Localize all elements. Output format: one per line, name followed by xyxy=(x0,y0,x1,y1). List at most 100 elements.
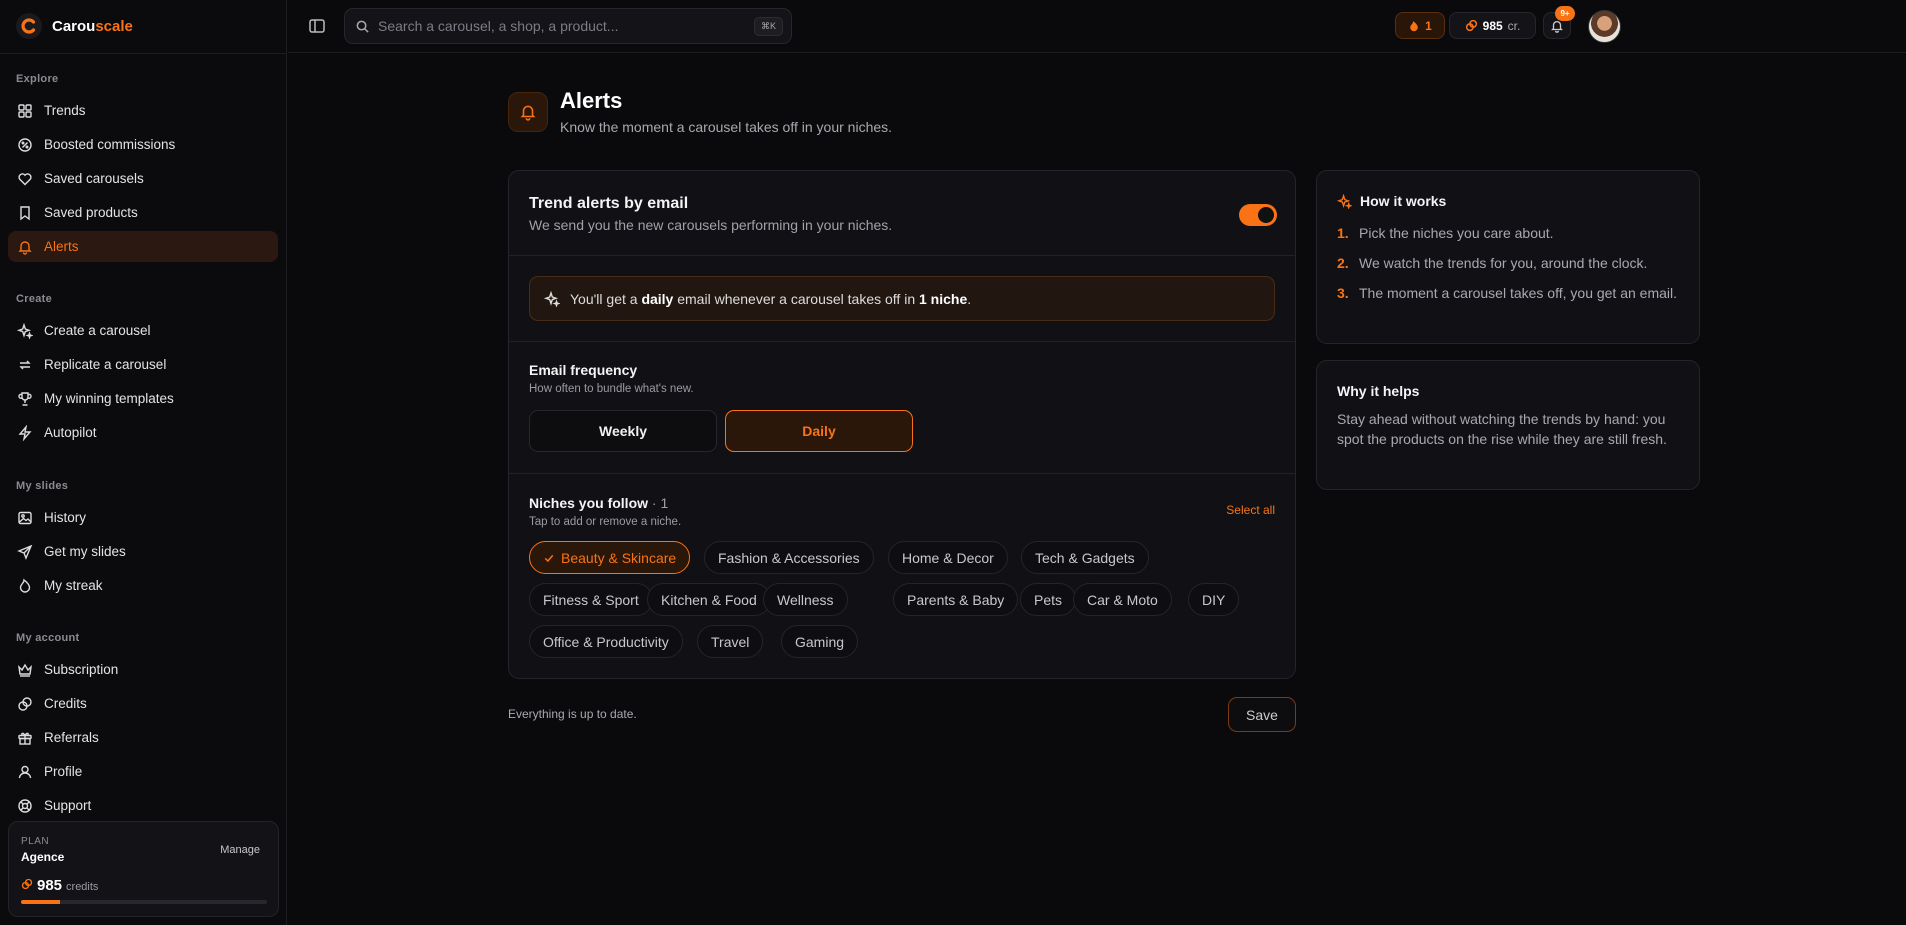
gift-icon xyxy=(18,732,32,745)
bookmark-icon xyxy=(20,205,30,220)
brand-logo-icon xyxy=(16,13,42,39)
streak-count: 1 xyxy=(1425,18,1432,33)
niche-chip[interactable]: Kitchen & Food xyxy=(647,583,771,616)
sidebar-item-label: Alerts xyxy=(44,239,79,254)
email-alerts-toggle[interactable] xyxy=(1239,204,1277,226)
sidebar-item-alerts[interactable]: Alerts xyxy=(8,231,278,262)
zap-icon xyxy=(18,424,32,441)
niche-chip[interactable]: Tech & Gadgets xyxy=(1021,541,1149,574)
sidebar-item-label: Credits xyxy=(44,696,87,711)
notifications-badge: 9+ xyxy=(1555,6,1575,21)
sidebar-item-label: Replicate a carousel xyxy=(44,357,167,372)
heart-icon xyxy=(18,172,32,185)
why-it-helps-card: Why it helps Stay ahead without watching… xyxy=(1316,360,1700,490)
credits-button[interactable]: 985 cr. xyxy=(1449,12,1536,39)
send-icon xyxy=(17,544,33,560)
sidebar-item-label: History xyxy=(44,510,87,525)
plan-credits-unit: credits xyxy=(66,881,99,893)
niches-subtitle: Tap to add or remove a niche. xyxy=(529,516,682,528)
alerts-summary-notice: You'll get a daily email whenever a caro… xyxy=(529,276,1275,321)
sparkles-icon xyxy=(1337,193,1352,209)
flame-icon xyxy=(1410,20,1418,31)
how-step: 3. The moment a carousel takes off, you g… xyxy=(1337,285,1678,301)
sidebar-item-get-my-slides[interactable]: Get my slides xyxy=(8,536,278,567)
niche-chip[interactable]: Travel xyxy=(697,625,764,658)
coins-icon xyxy=(18,696,32,711)
brand-name: Carouscale xyxy=(52,17,133,35)
flame-icon xyxy=(19,578,31,593)
plan-card: PLAN Agence Manage 985 credits xyxy=(8,821,279,917)
sidebar-toggle-icon[interactable] xyxy=(308,17,326,35)
sidebar-item-create-carousel[interactable]: Create a carousel xyxy=(8,315,278,346)
sidebar-item-saved-products[interactable]: Saved products xyxy=(8,197,278,228)
save-button[interactable]: Save xyxy=(1228,697,1296,732)
frequency-daily-button[interactable]: Daily xyxy=(725,410,913,452)
search-input[interactable] xyxy=(378,18,758,34)
select-all-link[interactable]: Select all xyxy=(1226,503,1275,517)
streak-button[interactable]: 1 xyxy=(1395,12,1445,39)
sidebar-item-replicate-carousel[interactable]: Replicate a carousel xyxy=(8,349,278,380)
manage-plan-link[interactable]: Manage xyxy=(220,844,260,856)
plan-name: Agence xyxy=(21,850,65,864)
niche-chip[interactable]: Beauty & Skincare xyxy=(529,541,691,574)
sidebar-item-winning-templates[interactable]: My winning templates xyxy=(8,383,278,414)
user-icon xyxy=(18,765,32,778)
page-subtitle: Know the moment a carousel takes off in … xyxy=(560,119,893,135)
why-it-helps-title: Why it helps xyxy=(1337,383,1420,399)
search-bar[interactable]: ⌘K xyxy=(344,8,792,44)
niches-count: · 1 xyxy=(648,495,669,511)
sidebar-item-boosted-commissions[interactable]: Boosted commissions xyxy=(8,129,278,160)
topbar: ⌘K xyxy=(288,0,1906,53)
toggle-knob xyxy=(1258,207,1274,223)
sidebar-item-label: Get my slides xyxy=(44,544,126,559)
sidebar-item-history[interactable]: History xyxy=(8,502,278,533)
credits-progress-bar xyxy=(21,900,267,904)
sidebar-item-support[interactable]: Support xyxy=(8,790,278,813)
how-it-works-card: How it works 1. Pick the niches you care … xyxy=(1316,170,1700,344)
niche-chip[interactable]: Home & Decor xyxy=(888,541,1008,574)
niche-chip[interactable]: Gaming xyxy=(781,625,859,658)
email-alerts-title: Trend alerts by email xyxy=(529,195,689,212)
sidebar-item-autopilot[interactable]: Autopilot xyxy=(8,417,278,448)
sidebar-item-label: Autopilot xyxy=(44,425,97,440)
sidebar-item-trends[interactable]: Trends xyxy=(8,95,278,126)
sidebar-item-credits[interactable]: Credits xyxy=(8,688,278,719)
divider xyxy=(509,341,1295,342)
lifebuoy-icon xyxy=(18,798,32,813)
nav-section-my-account: My account xyxy=(16,632,80,644)
sidebar-item-label: Create a carousel xyxy=(44,323,151,338)
brand[interactable]: Carouscale xyxy=(16,13,133,39)
plan-label: PLAN xyxy=(21,836,50,847)
check-icon xyxy=(544,554,554,562)
divider xyxy=(509,255,1295,256)
niche-chip[interactable]: Car & Moto xyxy=(1073,583,1172,616)
search-icon xyxy=(356,20,369,33)
page-title: Alerts xyxy=(560,88,623,113)
niche-chip[interactable]: Parents & Baby xyxy=(893,583,1019,616)
niche-chip[interactable]: DIY xyxy=(1188,583,1240,616)
sidebar-item-profile[interactable]: Profile xyxy=(8,756,278,787)
sidebar-item-saved-carousels[interactable]: Saved carousels xyxy=(8,163,278,194)
sidebar-item-my-streak[interactable]: My streak xyxy=(8,570,278,601)
bell-icon xyxy=(18,240,32,255)
sidebar-item-label: Saved products xyxy=(44,205,138,220)
credits-value: 985 xyxy=(1482,18,1503,33)
niche-chip[interactable]: Fashion & Accessories xyxy=(704,541,874,574)
niche-chip[interactable]: Pets xyxy=(1020,583,1077,616)
coins-icon xyxy=(21,878,33,890)
sidebar-item-referrals[interactable]: Referrals xyxy=(8,722,278,753)
percent-badge-icon xyxy=(18,137,32,152)
divider xyxy=(509,473,1295,474)
sidebar-item-subscription[interactable]: Subscription xyxy=(8,654,278,685)
frequency-weekly-button[interactable]: Weekly xyxy=(529,410,717,452)
grid-icon xyxy=(18,103,32,118)
email-alerts-subtitle: We send you the new carousels performing… xyxy=(529,217,893,233)
sparkles-icon xyxy=(544,290,560,307)
avatar[interactable] xyxy=(1588,10,1621,43)
nav-section-explore: Explore xyxy=(16,73,59,85)
niche-chip[interactable]: Office & Productivity xyxy=(529,625,683,658)
niche-chip[interactable]: Fitness & Sport xyxy=(529,583,653,616)
search-shortcut: ⌘K xyxy=(753,17,783,36)
niche-chip[interactable]: Wellness xyxy=(763,583,848,616)
page-bell-icon xyxy=(508,92,548,132)
